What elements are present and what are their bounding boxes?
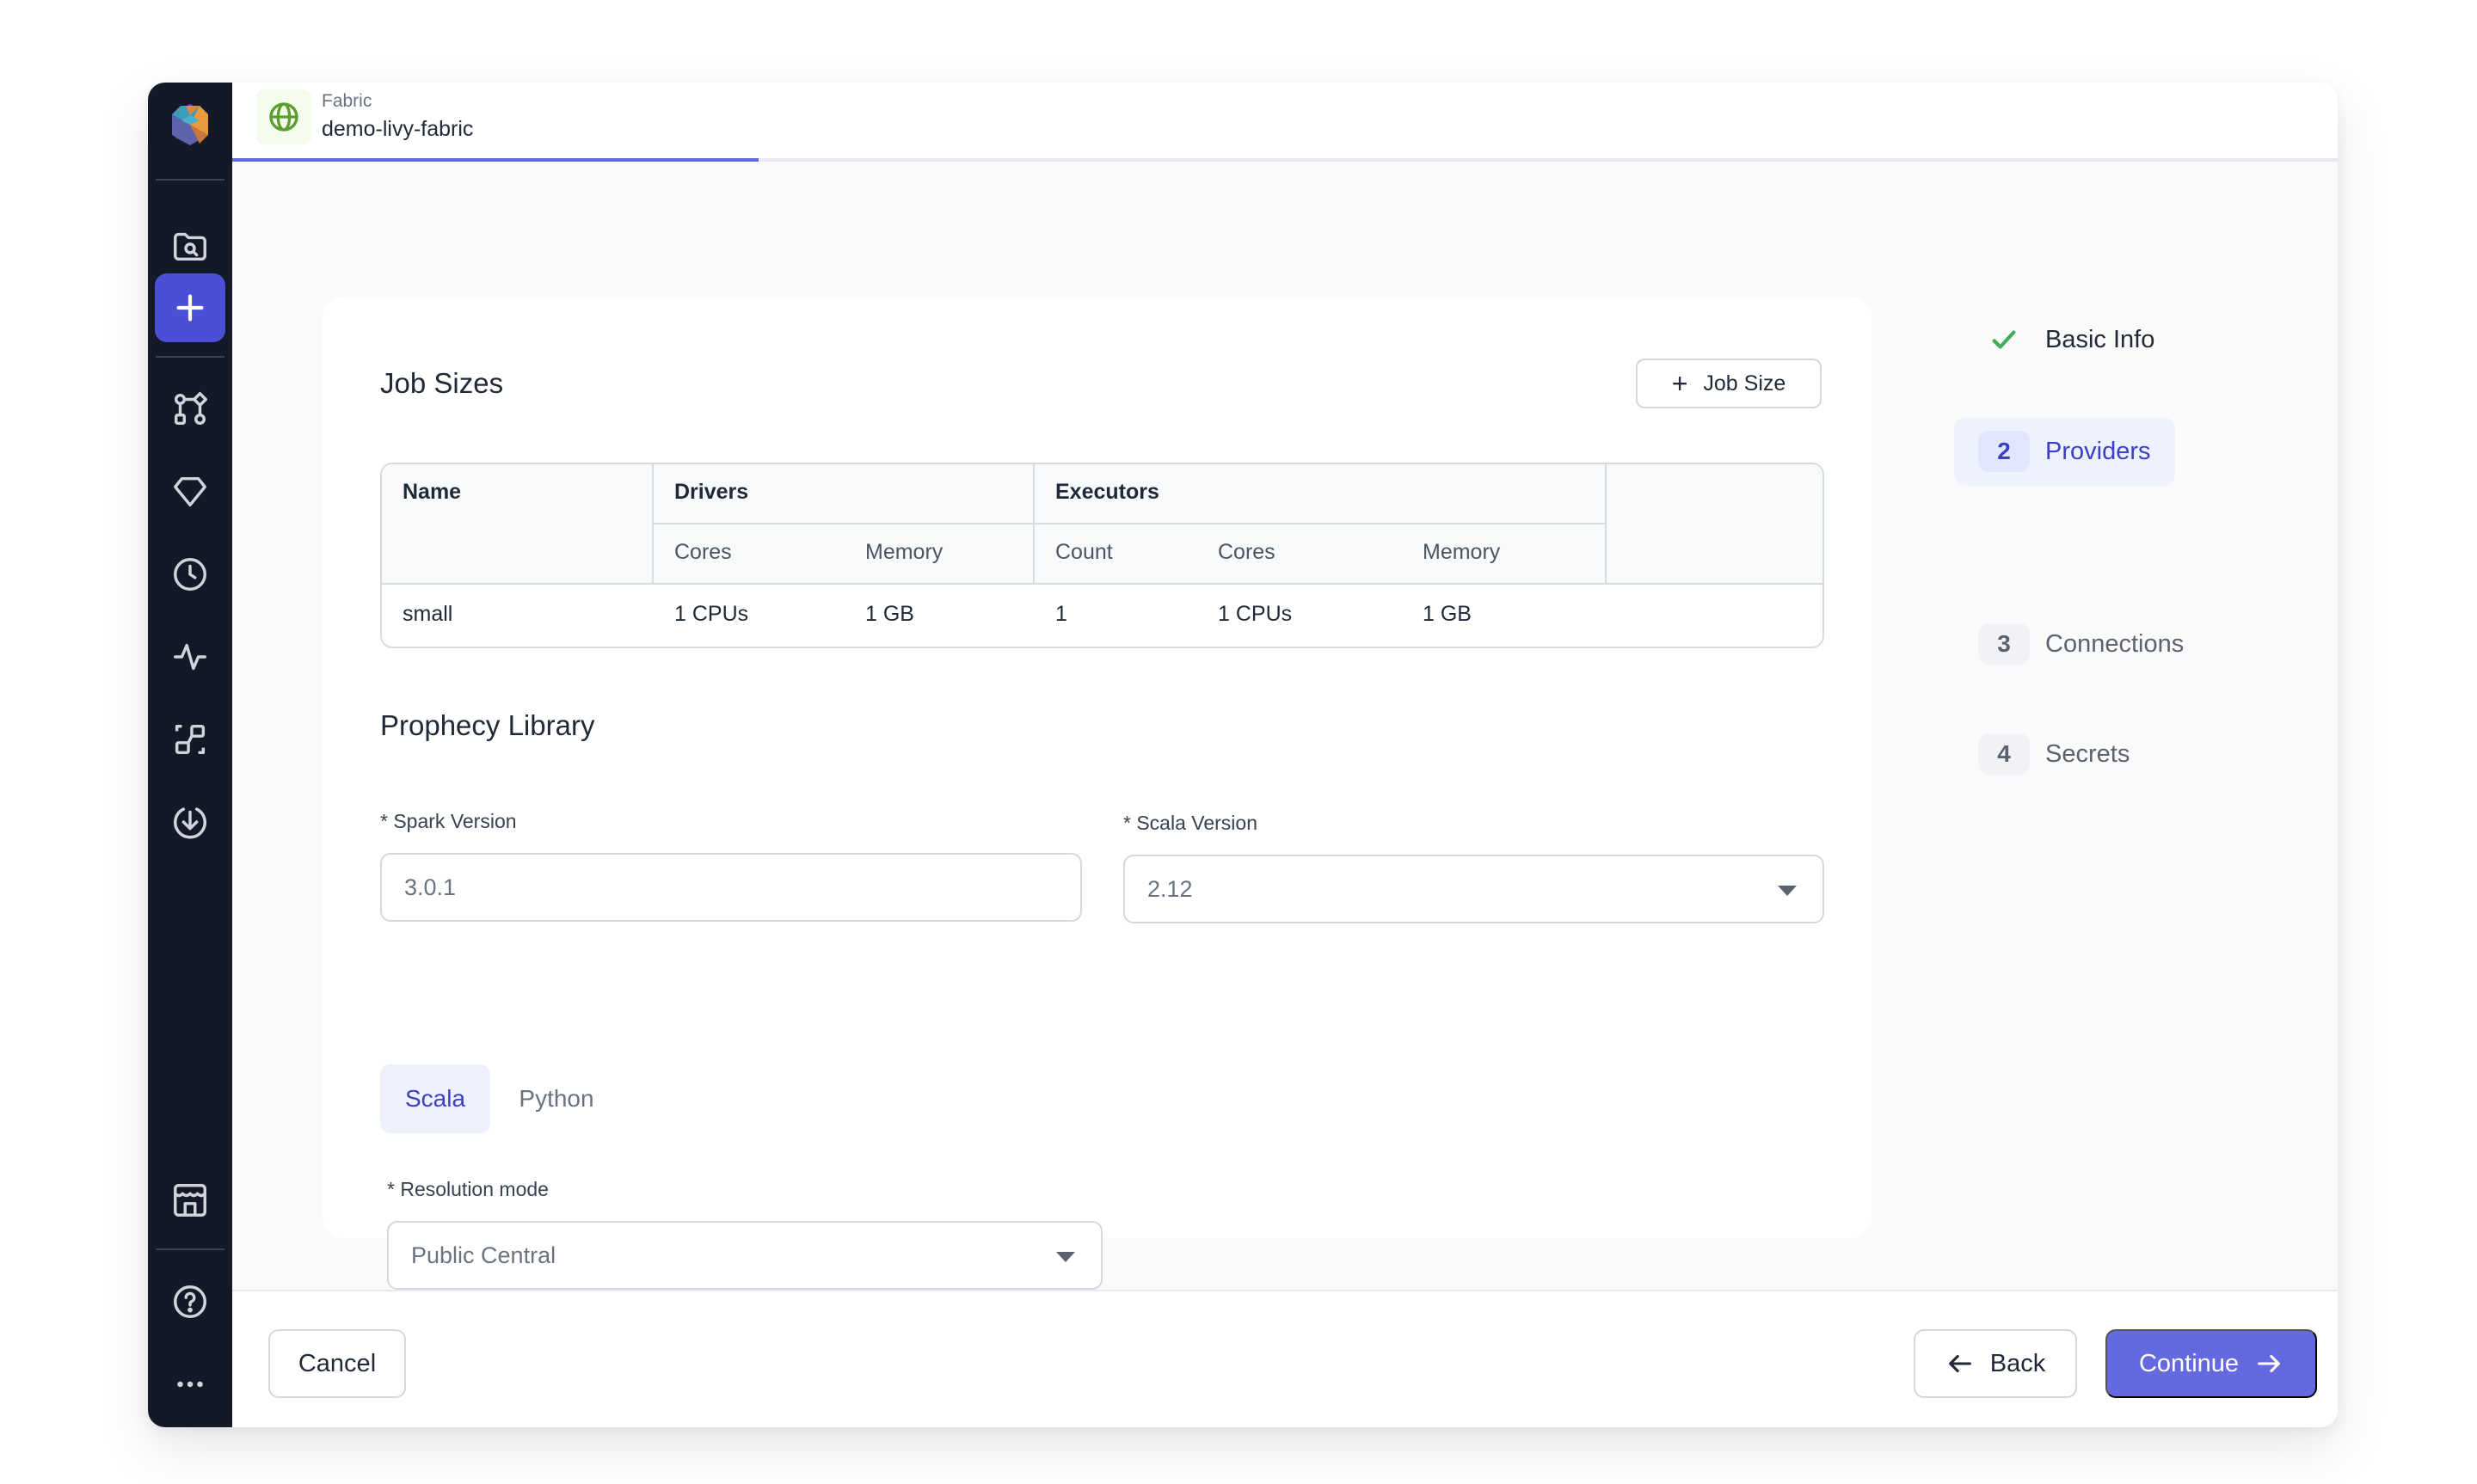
- activity-icon: [174, 643, 206, 671]
- scala-version-value: 2.12: [1147, 875, 1193, 902]
- caret-down-icon: [1056, 1252, 1075, 1262]
- col-header-driver-cores: Cores: [674, 540, 732, 564]
- prophecy-library-title: Prophecy Library: [380, 709, 595, 741]
- header-subdivider: [652, 523, 1605, 524]
- cell-executor-cores: 1 CPUs: [1218, 602, 1293, 626]
- col-header-executor-cores: Cores: [1218, 540, 1275, 564]
- gem-icon: [174, 476, 206, 507]
- spark-version-label: * Spark Version: [380, 810, 517, 832]
- globe-icon: [269, 102, 298, 132]
- column-divider: [1605, 464, 1607, 585]
- step-number: 2: [1978, 431, 2030, 472]
- wizard-progress-fill: [232, 158, 759, 162]
- step-label: Providers: [2045, 437, 2151, 465]
- step-secrets[interactable]: 4 Secrets: [1978, 733, 2130, 775]
- lineage-icon: [175, 724, 206, 755]
- col-header-name: Name: [403, 480, 462, 504]
- step-label: Secrets: [2045, 739, 2130, 768]
- sidebar-item-lineage[interactable]: [155, 705, 225, 774]
- add-job-size-label: Job Size: [1703, 371, 1786, 396]
- scala-version-select[interactable]: 2.12: [1123, 855, 1824, 923]
- col-header-executor-count: Count: [1055, 540, 1113, 564]
- resolution-mode-select[interactable]: Public Central: [387, 1221, 1103, 1290]
- step-number: 4: [1978, 733, 2030, 775]
- back-button[interactable]: Back: [1914, 1329, 2077, 1398]
- sidebar-divider: [156, 179, 224, 181]
- cell-executor-memory: 1 GB: [1423, 602, 1472, 626]
- column-divider: [652, 464, 654, 585]
- tab-scala[interactable]: Scala: [380, 1064, 490, 1133]
- sidebar-item-browse[interactable]: [155, 212, 225, 280]
- sidebar-item-help[interactable]: [155, 1267, 225, 1336]
- sidebar-item-more[interactable]: [155, 1350, 225, 1419]
- arrow-right-icon: [2258, 1354, 2280, 1373]
- cell-driver-cores: 1 CPUs: [674, 602, 749, 626]
- page-header: Fabric demo-livy-fabric: [232, 83, 2338, 158]
- entity-name: demo-livy-fabric: [322, 117, 474, 141]
- more-icon: [177, 1381, 203, 1388]
- sidebar-item-gems[interactable]: [155, 457, 225, 526]
- sidebar-item-create[interactable]: [155, 273, 225, 342]
- col-header-drivers: Drivers: [674, 480, 749, 504]
- sidebar-item-observability[interactable]: [155, 622, 225, 691]
- cell-name: small: [403, 602, 453, 626]
- arrow-left-icon: [1948, 1354, 1971, 1373]
- providers-form-card: Job Sizes + Job Size Name Drivers Execut…: [323, 297, 1872, 1290]
- step-label: Basic Info: [2045, 325, 2155, 353]
- col-header-driver-memory: Memory: [865, 540, 943, 564]
- sidebar: [148, 83, 232, 1427]
- sidebar-item-pipelines[interactable]: [155, 375, 225, 444]
- job-sizes-table: Name Drivers Executors Cores Memory Coun…: [380, 463, 1824, 648]
- add-job-size-button[interactable]: + Job Size: [1636, 359, 1822, 408]
- continue-button[interactable]: Continue: [2105, 1329, 2317, 1398]
- sidebar-item-jobs[interactable]: [155, 540, 225, 609]
- wizard-footer: Cancel Back Continue: [232, 1290, 2338, 1427]
- download-circle-icon: [174, 807, 206, 839]
- step-connections[interactable]: 3 Connections: [1978, 623, 2184, 665]
- col-header-executors: Executors: [1055, 480, 1159, 504]
- pipeline-graph-icon: [174, 391, 208, 426]
- spark-version-value: 3.0.1: [404, 874, 457, 900]
- plus-icon: [176, 294, 204, 322]
- sidebar-divider: [156, 1248, 224, 1250]
- tab-python[interactable]: Python: [505, 1064, 608, 1133]
- step-providers[interactable]: 2 Providers: [1954, 417, 2175, 486]
- caret-down-icon: [1778, 886, 1797, 896]
- continue-label: Continue: [2138, 1349, 2240, 1377]
- cancel-button[interactable]: Cancel: [268, 1329, 406, 1398]
- fabric-type-badge: [256, 89, 311, 144]
- clock-icon: [174, 558, 206, 591]
- plus-icon: +: [1671, 368, 1688, 399]
- folder-search-icon: [174, 232, 206, 261]
- back-label: Back: [1989, 1349, 2046, 1377]
- step-basic-info[interactable]: Basic Info: [1978, 319, 2154, 360]
- help-icon: [174, 1285, 206, 1318]
- entity-type-label: Fabric: [322, 91, 372, 111]
- step-number: 3: [1978, 623, 2030, 665]
- prophecy-logo[interactable]: [167, 101, 213, 148]
- sidebar-item-import[interactable]: [155, 788, 225, 856]
- spark-version-input[interactable]: 3.0.1: [380, 853, 1082, 922]
- app-window: Fabric demo-livy-fabric Job Sizes + Job …: [148, 83, 2338, 1427]
- resolution-mode-value: Public Central: [411, 1242, 556, 1268]
- sidebar-item-marketplace[interactable]: [155, 1166, 225, 1235]
- col-header-executor-memory: Memory: [1423, 540, 1501, 564]
- cell-driver-memory: 1 GB: [865, 602, 914, 626]
- sidebar-divider: [156, 356, 224, 358]
- check-icon: [1978, 319, 2030, 360]
- scala-version-label: * Scala Version: [1123, 812, 1257, 834]
- resolution-mode-label: * Resolution mode: [387, 1178, 549, 1200]
- marketplace-icon: [174, 1184, 206, 1217]
- job-sizes-title: Job Sizes: [380, 367, 504, 399]
- wizard-progress-bar: [232, 158, 2338, 162]
- cell-executor-count: 1: [1055, 602, 1067, 626]
- step-label: Connections: [2045, 629, 2185, 658]
- column-divider: [1033, 464, 1035, 585]
